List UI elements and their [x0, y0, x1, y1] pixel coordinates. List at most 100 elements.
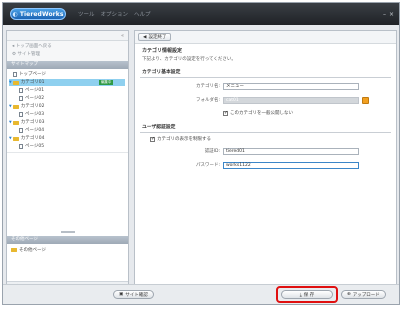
site-check-label: サイト確認: [125, 292, 148, 298]
app-window: ◐ TieredWorks ツール オプション ヘルプ – × « ◂ トップ画…: [2, 2, 400, 305]
category-name-row: カテゴリ名: メニュー: [140, 81, 391, 95]
page-title: カテゴリ情報設定: [142, 48, 183, 54]
menu-help[interactable]: ヘルプ: [134, 10, 151, 18]
finish-settings-button[interactable]: ◀ 設定終了: [138, 33, 172, 41]
page-icon: [19, 144, 23, 149]
hide-row: このカテゴリを一般公開しない: [140, 109, 391, 121]
logo-swoosh-icon: ◐: [12, 10, 18, 18]
tree-item-page05[interactable]: ページ05: [19, 143, 44, 150]
auth-id-label: 認証ID:: [204, 149, 220, 154]
splitter-handle[interactable]: [61, 231, 75, 233]
tree-label: カテゴリ01: [20, 80, 45, 85]
auth-settings-group: ユーザ認証設定 カテゴリの表示を制限する 認証ID: tiered01 パスワー…: [140, 121, 391, 174]
checkbox-checked-icon: [150, 136, 155, 142]
folder-name-row: フォルダ名: cat01: [140, 95, 391, 109]
collapse-left-button[interactable]: «: [7, 31, 128, 41]
auth-settings-title: ユーザ認証設定: [140, 121, 391, 133]
tree-item-category04[interactable]: ▼ カテゴリ04: [9, 135, 44, 142]
tree-label: ページ02: [25, 96, 45, 101]
title-bar: ◐ TieredWorks ツール オプション ヘルプ – ×: [3, 3, 399, 25]
editing-badge: 編集中: [99, 80, 113, 85]
site-map-header: サイトマップ: [7, 61, 128, 69]
page-icon: [19, 128, 23, 133]
folder-icon: [11, 248, 17, 252]
tree-item-page01[interactable]: ページ01: [19, 87, 44, 94]
page-description: 下記より、カテゴリの設定を行ってください。: [142, 57, 236, 62]
tree-label: トップページ: [19, 72, 46, 77]
upload-label: アップロード: [352, 292, 380, 298]
tree-item-top-page[interactable]: トップページ: [13, 71, 46, 78]
site-tree: トップページ ▼ カテゴリ01 編集中 ページ01 ページ02 ▼ カテゴリ02 ペ…: [7, 69, 128, 152]
close-button[interactable]: ×: [389, 11, 394, 18]
page-icon: [19, 88, 23, 93]
site-management-link[interactable]: ⚙ サイト管理: [12, 51, 123, 59]
password-label: パスワード:: [195, 163, 220, 168]
upload-icon: ⊕: [347, 292, 351, 297]
back-to-top-link[interactable]: ◂ トップ画面へ戻る: [12, 43, 123, 51]
folder-icon: [12, 104, 19, 109]
tree-label: カテゴリ04: [20, 136, 45, 141]
password-field[interactable]: works1122: [223, 162, 359, 169]
app-logo: ◐ TieredWorks: [10, 8, 66, 20]
menu-bar: ツール オプション ヘルプ: [78, 10, 157, 18]
site-check-button[interactable]: ▣ サイト確認: [113, 290, 154, 299]
tree-item-category01[interactable]: ▼ カテゴリ01 編集中: [9, 79, 125, 86]
nav-links: ◂ トップ画面へ戻る ⚙ サイト管理: [7, 41, 128, 61]
expand-arrow-icon: ▼: [9, 104, 12, 108]
category-name-field[interactable]: メニュー: [223, 83, 359, 90]
tree-label: ページ05: [25, 144, 45, 149]
bottom-bar: ▣ サイト確認 ⤓ 保 存 ⊕ アップロード: [3, 284, 399, 304]
monitor-icon: ▣: [119, 292, 124, 297]
auth-id-field[interactable]: tiered01: [223, 148, 359, 155]
basic-settings-group: カテゴリ基本設定 カテゴリ名: メニュー フォルダ名: cat01 このカテゴリ…: [140, 66, 391, 121]
site-management-label: サイト管理: [17, 52, 40, 57]
left-panel: « ◂ トップ画面へ戻る ⚙ サイト管理 サイトマップ トップページ ▼ カテゴリ…: [6, 30, 129, 304]
window-controls: – ×: [383, 11, 394, 18]
logo-text: TieredWorks: [19, 10, 64, 18]
tree-item-category02[interactable]: ▼ カテゴリ02: [9, 103, 44, 110]
restrict-display-label: カテゴリの表示を制限する: [157, 137, 211, 142]
hide-category-label: このカテゴリを一般公開しない: [230, 111, 293, 116]
menu-tools[interactable]: ツール: [78, 10, 95, 18]
back-to-top-label: トップ画面へ戻る: [15, 44, 52, 49]
expand-arrow-icon: ▼: [9, 136, 12, 140]
password-row: パスワード: works1122: [140, 160, 391, 174]
tree-item-page03[interactable]: ページ03: [19, 111, 44, 118]
finish-settings-label: 設定終了: [148, 35, 167, 40]
tree-label: ページ01: [25, 88, 45, 93]
collapse-icon: «: [120, 33, 124, 39]
minimize-button[interactable]: –: [383, 11, 386, 18]
category-name-label: カテゴリ名:: [195, 84, 220, 89]
folder-icon: [12, 136, 19, 141]
tree-item-page04[interactable]: ページ04: [19, 127, 44, 134]
tree-label: ページ03: [25, 112, 45, 117]
tree-item-page02[interactable]: ページ02: [19, 95, 44, 102]
tree-label: その他ページ: [19, 248, 46, 253]
tree-item-category03[interactable]: ▼ カテゴリ03: [9, 119, 44, 126]
page-icon: [13, 72, 17, 77]
hide-category-checkbox[interactable]: このカテゴリを一般公開しない: [223, 110, 293, 116]
checkbox-checked-icon: [223, 110, 228, 116]
tree-label: ページ04: [25, 128, 45, 133]
folder-icon: [12, 80, 19, 85]
expand-arrow-icon: ▼: [9, 120, 12, 124]
page-icon: [19, 96, 23, 101]
settings-panel: ◀ 設定終了 カテゴリ情報設定 下記より、カテゴリの設定を行ってください。 カテ…: [134, 30, 397, 302]
basic-settings-title: カテゴリ基本設定: [140, 66, 391, 78]
upload-button[interactable]: ⊕ アップロード: [341, 290, 386, 299]
expand-arrow-icon: ▼: [9, 80, 12, 84]
back-arrow-icon: ◀: [143, 34, 147, 40]
folder-name-label: フォルダ名:: [195, 98, 220, 103]
menu-options[interactable]: オプション: [101, 10, 129, 18]
settings-toolbar: ◀ 設定終了: [135, 31, 396, 44]
restrict-display-checkbox[interactable]: カテゴリの表示を制限する: [150, 136, 211, 142]
tree-item-other-pages[interactable]: その他ページ: [11, 246, 124, 254]
folder-icon: [12, 120, 19, 125]
page-icon: [19, 112, 23, 117]
other-pages-header: その他ページ: [7, 236, 128, 244]
folder-lock-icon[interactable]: [362, 97, 369, 104]
tree-label: カテゴリ02: [20, 104, 45, 109]
tree-spacer: [7, 152, 128, 236]
save-highlight: [276, 286, 338, 303]
restrict-row: カテゴリの表示を制限する: [140, 133, 391, 145]
